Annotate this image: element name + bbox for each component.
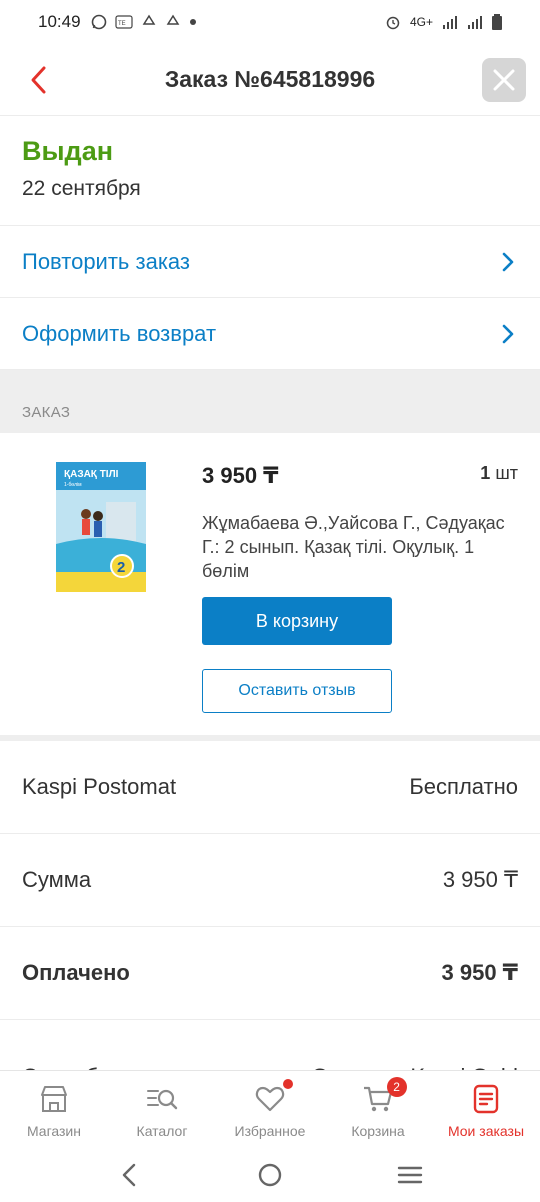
system-recents-icon[interactable]	[395, 1160, 425, 1190]
nav-item-store[interactable]: Магазин	[0, 1071, 108, 1148]
chevron-right-icon	[502, 252, 514, 272]
battery-icon	[492, 14, 502, 30]
store-icon	[41, 1086, 67, 1112]
alarm-icon	[386, 16, 400, 30]
cart-count-badge: 2	[386, 1077, 407, 1097]
cover-subtitle: 1-бөлім	[64, 482, 82, 488]
network-label: 4G+	[409, 15, 433, 29]
order-status-date: 22 сентября	[22, 177, 141, 200]
item-quantity-number: 1	[480, 463, 491, 483]
item-quantity-unit: шт	[495, 463, 518, 483]
paid-label: Оплачено	[22, 960, 130, 985]
favorites-dot-badge	[282, 1079, 293, 1089]
cover-grade: 2	[117, 559, 125, 576]
catalog-search-icon	[147, 1089, 178, 1110]
delivery-row: Kaspi Postomat Бесплатно	[0, 741, 540, 834]
return-order-label: Оформить возврат	[22, 320, 217, 346]
nav-label-cart: Корзина	[351, 1123, 405, 1139]
item-price: 3 950 ₸	[202, 463, 279, 488]
close-button[interactable]	[482, 58, 526, 102]
nav-item-catalog[interactable]: Каталог	[108, 1071, 216, 1148]
system-back-icon[interactable]	[115, 1160, 145, 1190]
order-status-title: Выдан	[22, 136, 114, 166]
status-right: 4G+	[385, 14, 502, 30]
return-order-row[interactable]: Оформить возврат	[0, 298, 540, 370]
nav-label-catalog: Каталог	[136, 1123, 188, 1139]
section-label: ЗАКАЗ	[22, 404, 71, 421]
add-to-cart-button[interactable]: В корзину	[202, 597, 392, 645]
close-icon	[493, 69, 515, 91]
leave-review-button[interactable]: Оставить отзыв	[202, 669, 392, 713]
paid-row: Оплачено 3 950 ₸	[0, 927, 540, 1020]
recycle-icon	[166, 14, 179, 25]
nav-item-favorites[interactable]: Избранное	[216, 1071, 324, 1148]
header: Заказ №645818996	[0, 44, 540, 116]
chevron-right-icon	[502, 324, 514, 344]
notification-icons: TE	[91, 14, 197, 30]
recycle-icon	[142, 14, 155, 25]
system-nav-bar	[0, 1148, 540, 1202]
sum-label: Сумма	[22, 867, 92, 892]
book-cover-illustration: ҚАЗАҚ ТІЛІ 1-бөлім 2	[56, 462, 146, 592]
repeat-order-row[interactable]: Повторить заказ	[0, 226, 540, 298]
nav-item-my-orders[interactable]: Мои заказы	[432, 1071, 540, 1148]
order-item: ҚАЗАҚ ТІЛІ 1-бөлім 2 3 950 ₸ 1 шт Жұмаба…	[0, 433, 540, 735]
item-quantity: 1 шт	[480, 463, 518, 484]
nav-label-my-orders: Мои заказы	[447, 1123, 525, 1139]
signal-icon	[468, 16, 482, 29]
signal-icon	[443, 16, 457, 29]
nav-label-store: Магазин	[26, 1123, 81, 1139]
delivery-label: Kaspi Postomat	[22, 774, 177, 799]
whatsapp-icon	[91, 14, 106, 30]
dot-icon	[189, 19, 196, 25]
cover-title: ҚАЗАҚ ТІЛІ	[64, 469, 119, 480]
status-time: 10:49	[38, 12, 81, 31]
bottom-nav: Магазин Каталог Избранное 2 Корзина Мои …	[0, 1070, 540, 1148]
repeat-order-label: Повторить заказ	[22, 248, 190, 274]
sum-value: 3 950 ₸	[442, 867, 518, 892]
item-title[interactable]: Жұмабаева Ә.,Уайсова Г., Сәдуақас Г.: 2 …	[202, 511, 512, 583]
section-header: ЗАКАЗ	[0, 370, 540, 433]
sum-row: Сумма 3 950 ₸	[0, 834, 540, 927]
book-cover-image[interactable]: ҚАЗАҚ ТІЛІ 1-бөлім 2	[56, 462, 146, 592]
system-home-icon[interactable]	[255, 1160, 285, 1190]
svg-text:TE: TE	[118, 21, 126, 27]
page-title: Заказ №645818996	[164, 66, 376, 92]
orders-icon	[473, 1084, 499, 1114]
order-status: Выдан 22 сентября	[0, 116, 540, 226]
heart-icon	[255, 1086, 285, 1112]
paid-value: 3 950 ₸	[441, 960, 518, 985]
delivery-value: Бесплатно	[409, 774, 518, 799]
nav-label-favorites: Избранное	[234, 1123, 306, 1139]
status-bar: 10:49 TE 4G+	[0, 0, 540, 44]
nav-item-cart[interactable]: 2 Корзина	[324, 1071, 432, 1148]
temu-icon: TE	[114, 15, 133, 29]
